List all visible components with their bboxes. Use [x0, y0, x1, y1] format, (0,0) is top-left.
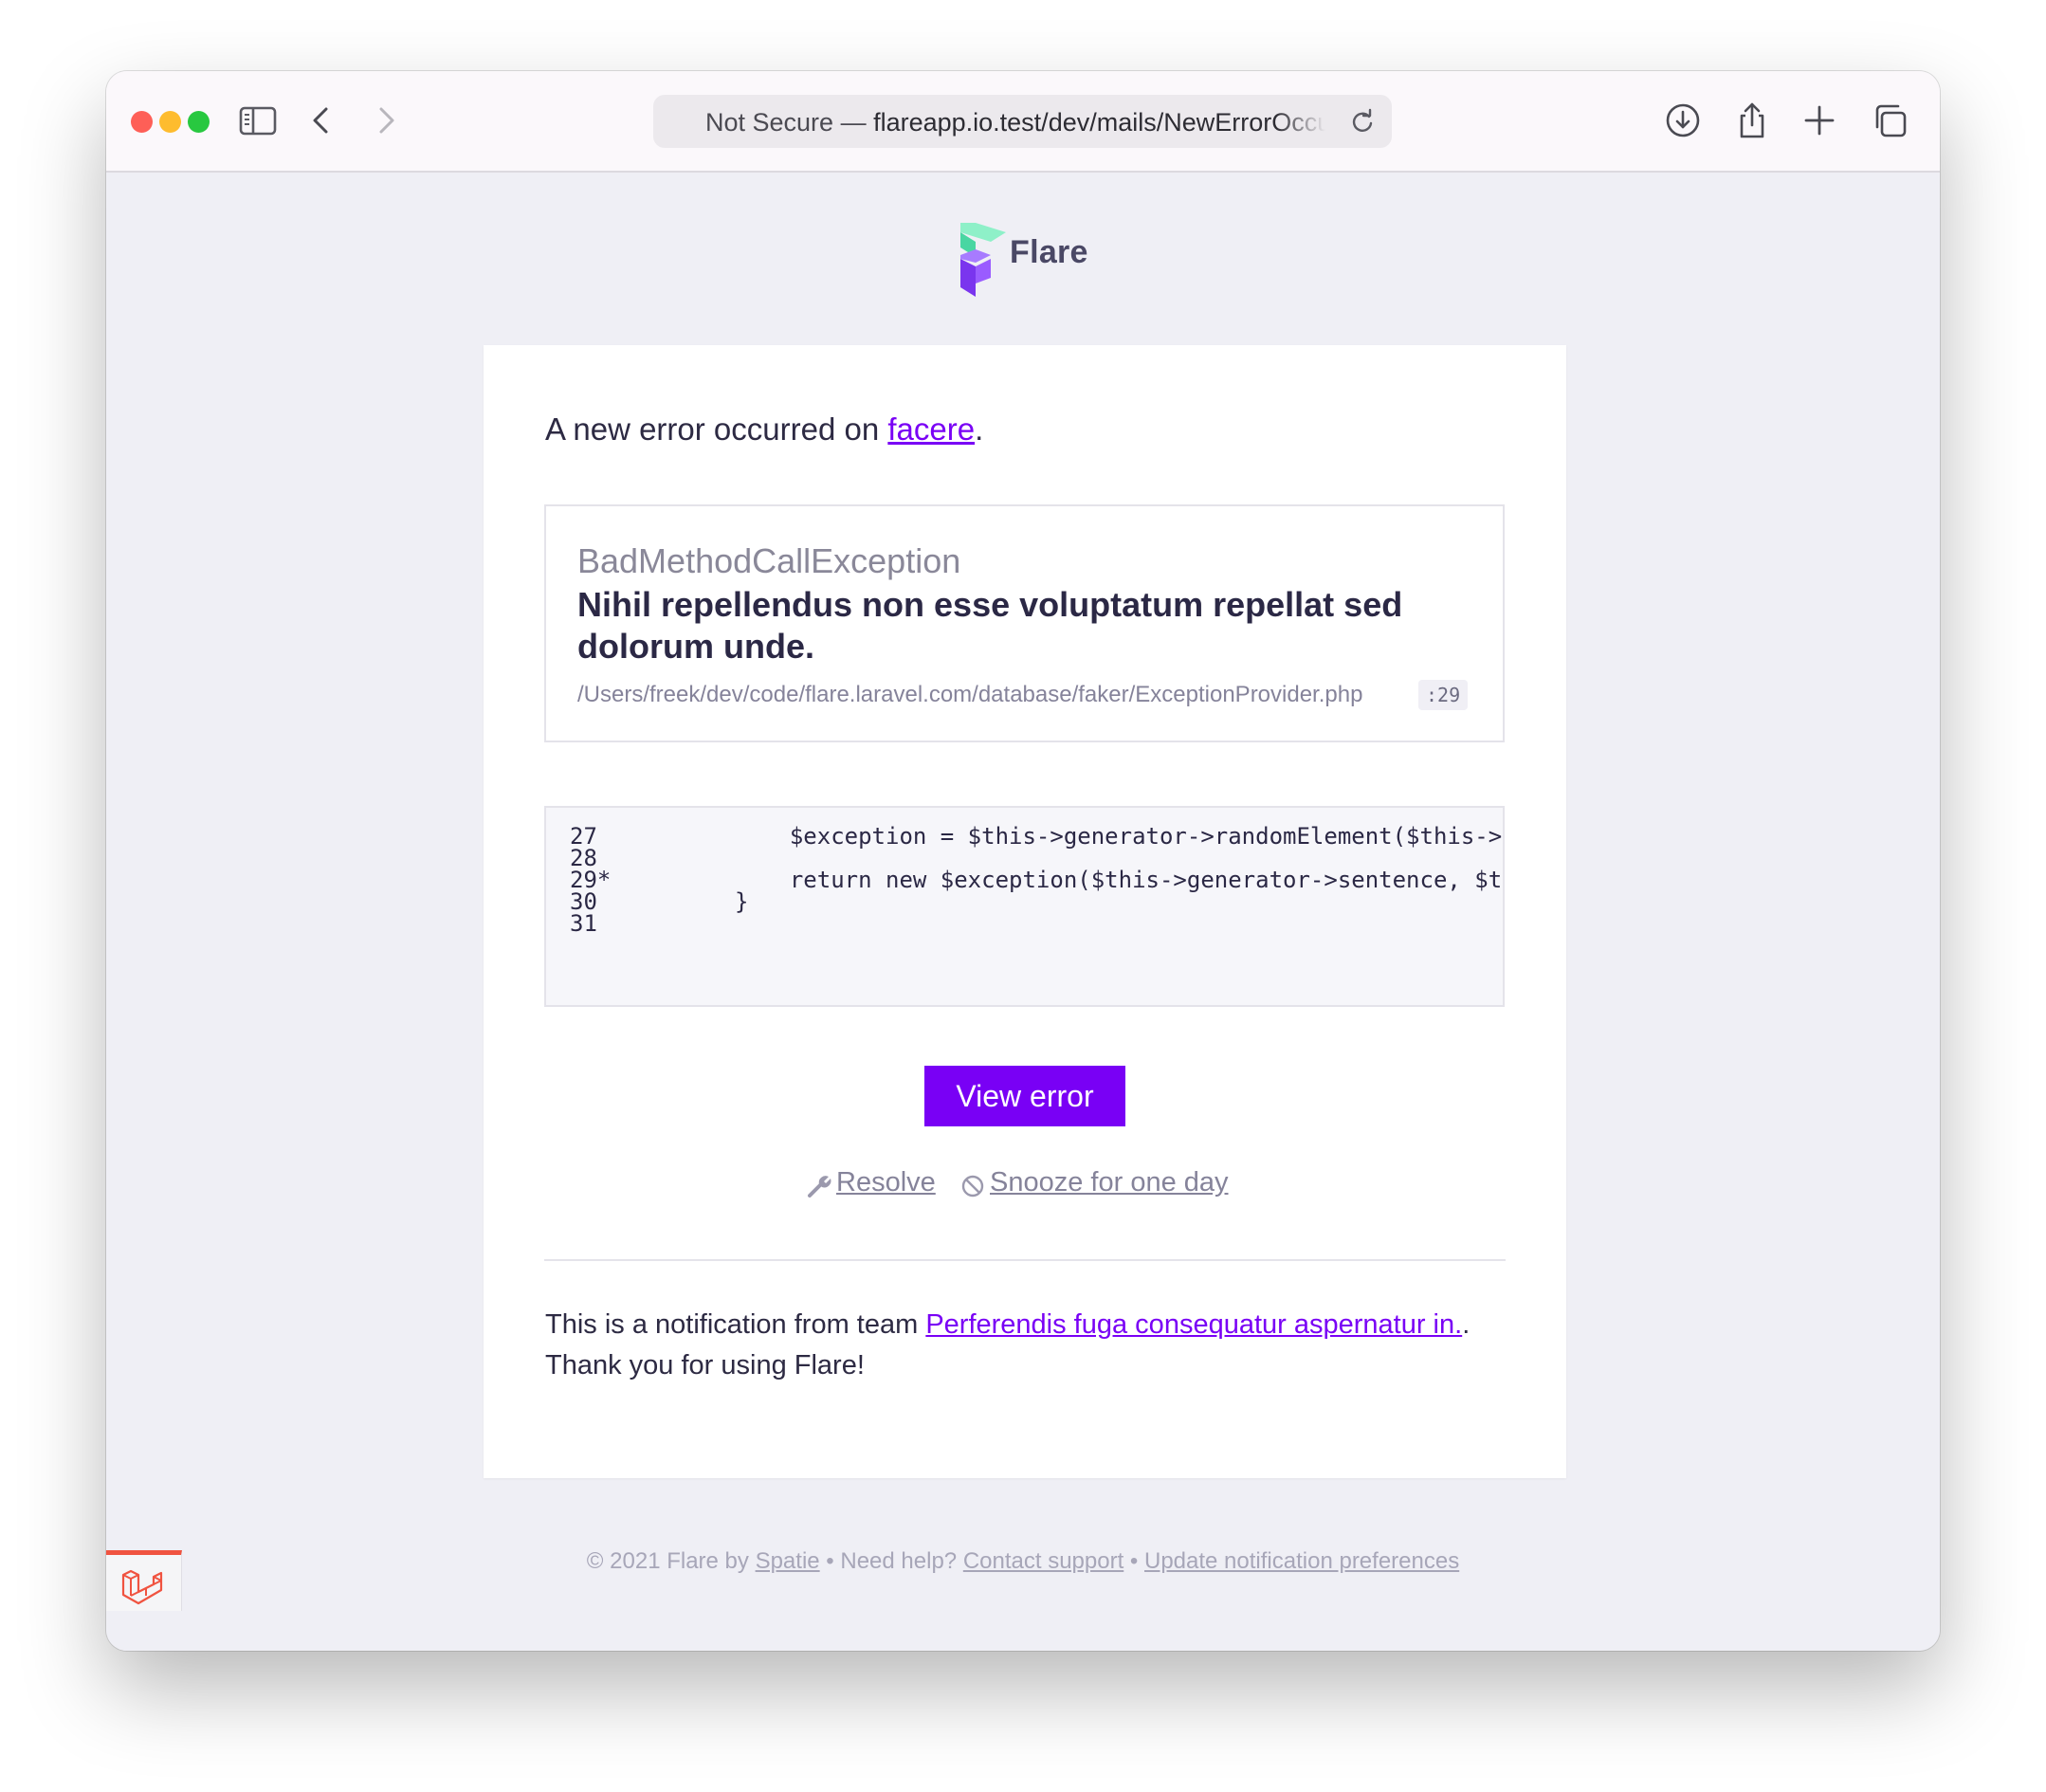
- sidebar-toggle-icon[interactable]: [239, 101, 277, 139]
- view-error-button[interactable]: View error: [924, 1066, 1125, 1126]
- close-window-button[interactable]: [131, 111, 153, 133]
- snooze-link[interactable]: Snooze for one day: [990, 1167, 1229, 1198]
- page-content: Flare A new error occurred on facere. Ba…: [106, 173, 1940, 1651]
- contact-support-link[interactable]: Contact support: [963, 1548, 1123, 1574]
- legal-footer: © 2021 Flare by Spatie • Need help? Cont…: [586, 1548, 1460, 1574]
- spatie-link[interactable]: Spatie: [756, 1548, 820, 1574]
- forward-arrow-icon[interactable]: [368, 101, 406, 139]
- divider: [544, 1259, 1506, 1261]
- code-line: 31: [570, 910, 597, 937]
- team-notice: This is a notification from team Perfere…: [545, 1309, 1471, 1381]
- reload-icon[interactable]: [1348, 108, 1377, 137]
- exception-message: Nihil repellendus non esse voluptatum re…: [577, 585, 1403, 666]
- project-link[interactable]: facere: [887, 411, 975, 447]
- intro-text: A new error occurred on facere.: [545, 411, 984, 447]
- team-link[interactable]: Perferendis fuga consequatur aspernatur …: [925, 1309, 1462, 1340]
- zoom-window-button[interactable]: [188, 111, 210, 133]
- tab-overview-icon[interactable]: [1871, 101, 1909, 139]
- notification-preferences-link[interactable]: Update notification preferences: [1144, 1548, 1459, 1574]
- wrench-icon: [808, 1176, 831, 1198]
- address-bar-url: Not Secure — flareapp.io.test/dev/mails/…: [705, 108, 1325, 137]
- thanks-text: Thank you for using Flare!: [545, 1350, 865, 1381]
- exception-file-path: /Users/freek/dev/code/flare.laravel.com/…: [577, 682, 1363, 707]
- flare-logo-icon: [960, 223, 1006, 297]
- minimize-window-button[interactable]: [159, 111, 181, 133]
- exception-class: BadMethodCallException: [577, 541, 961, 580]
- downloads-icon[interactable]: [1664, 101, 1702, 139]
- back-arrow-icon[interactable]: [303, 101, 341, 139]
- resolve-link[interactable]: Resolve: [836, 1167, 936, 1198]
- exception-line-badge: :29: [1418, 680, 1469, 710]
- email-card: A new error occurred on facere. BadMetho…: [484, 345, 1566, 1478]
- code-line: 27 $exception = $this->generator->random…: [570, 823, 1505, 850]
- code-snippet: 27 $exception = $this->generator->random…: [544, 806, 1505, 1007]
- exception-box: BadMethodCallException Nihil repellendus…: [544, 504, 1505, 742]
- new-tab-icon[interactable]: [1800, 101, 1838, 139]
- share-icon[interactable]: [1733, 101, 1771, 139]
- error-actions: Resolve Snooze for one day: [484, 1167, 1566, 1205]
- address-bar[interactable]: Not Secure — flareapp.io.test/dev/mails/…: [653, 95, 1392, 148]
- brand-name: Flare: [1010, 234, 1088, 270]
- browser-window: Not Secure — flareapp.io.test/dev/mails/…: [106, 71, 1940, 1651]
- browser-toolbar: Not Secure — flareapp.io.test/dev/mails/…: [106, 71, 1940, 173]
- snooze-icon: [961, 1175, 984, 1198]
- laravel-debugbar-tab[interactable]: [106, 1550, 182, 1611]
- laravel-logo-icon: [121, 1569, 163, 1605]
